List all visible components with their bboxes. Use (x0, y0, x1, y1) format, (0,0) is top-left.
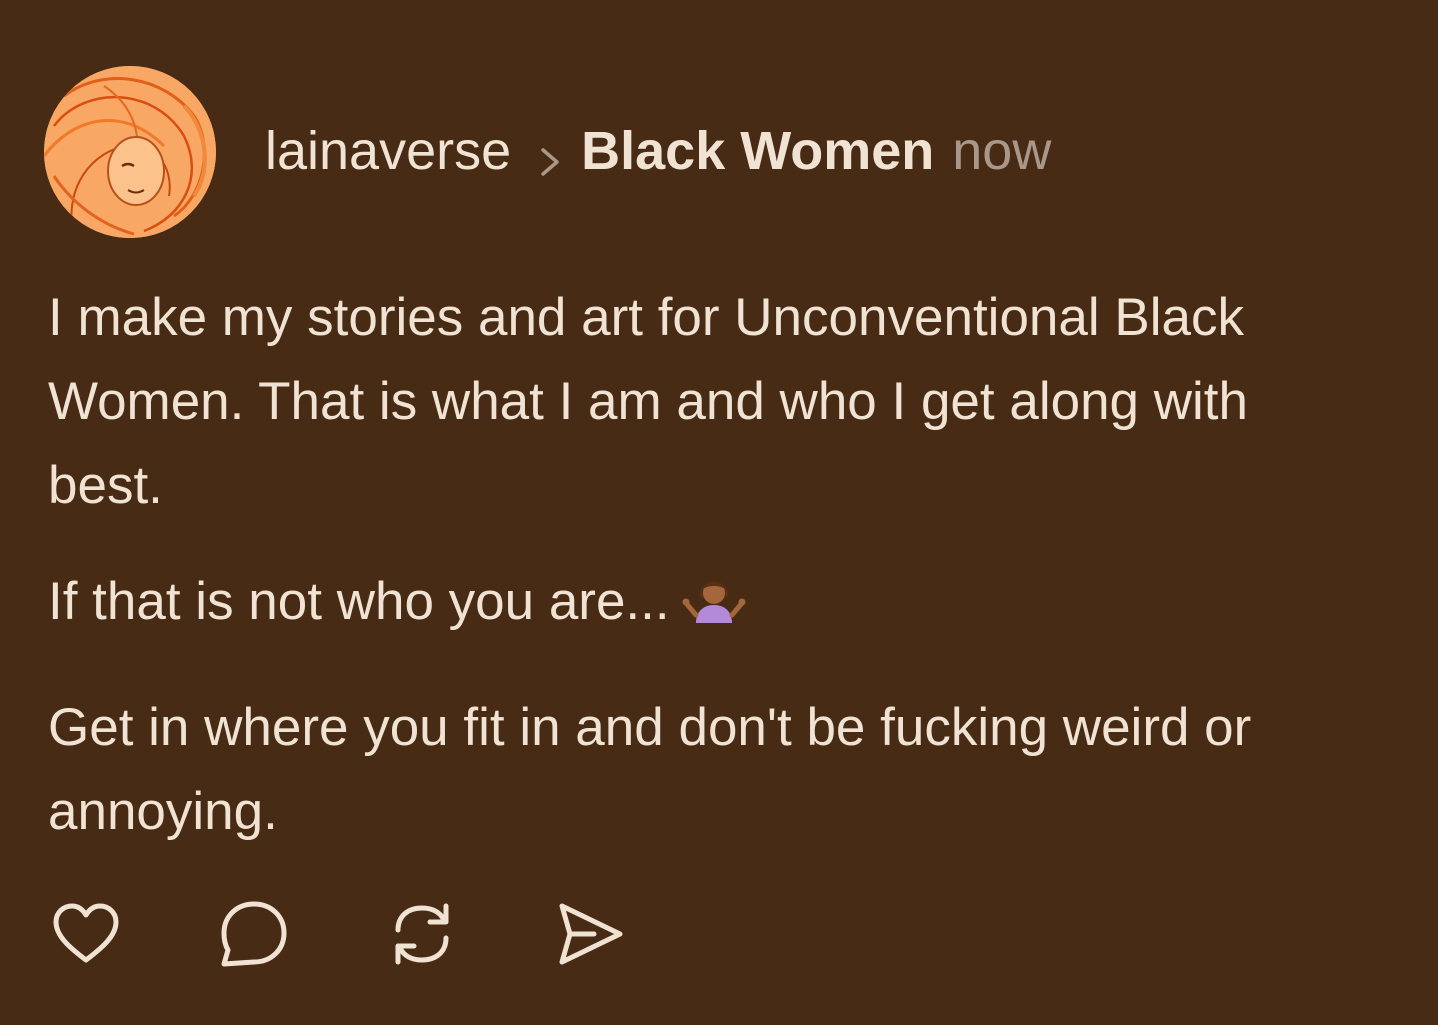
chevron-right-icon (533, 131, 567, 176)
post-paragraph-3: Get in where you fit in and don't be fuc… (48, 686, 1348, 854)
timestamp: now (952, 121, 1052, 181)
post-actions (48, 896, 628, 972)
person-shrugging-emoji (682, 565, 746, 654)
post-paragraph-text: Get in where you fit in and don't be fuc… (48, 698, 1252, 841)
post-paragraph-text: If that is not who you are... (48, 572, 670, 631)
post-paragraph-2: If that is not who you are... (48, 560, 1348, 654)
like-button[interactable] (48, 896, 124, 972)
avatar[interactable] (44, 66, 216, 238)
share-icon (559, 903, 623, 965)
repost-button[interactable] (384, 896, 460, 972)
heart-icon (53, 903, 119, 963)
post-header: lainaverse Black Women now (265, 118, 1051, 184)
repost-icon (395, 903, 449, 965)
community-name[interactable]: Black Women (581, 118, 934, 184)
share-button[interactable] (552, 896, 628, 972)
post-body: I make my stories and art for Unconventi… (48, 276, 1348, 854)
comment-icon (221, 901, 287, 967)
comment-button[interactable] (216, 896, 292, 972)
username[interactable]: lainaverse (265, 118, 511, 184)
post-paragraph: I make my stories and art for Unconventi… (48, 288, 1249, 515)
